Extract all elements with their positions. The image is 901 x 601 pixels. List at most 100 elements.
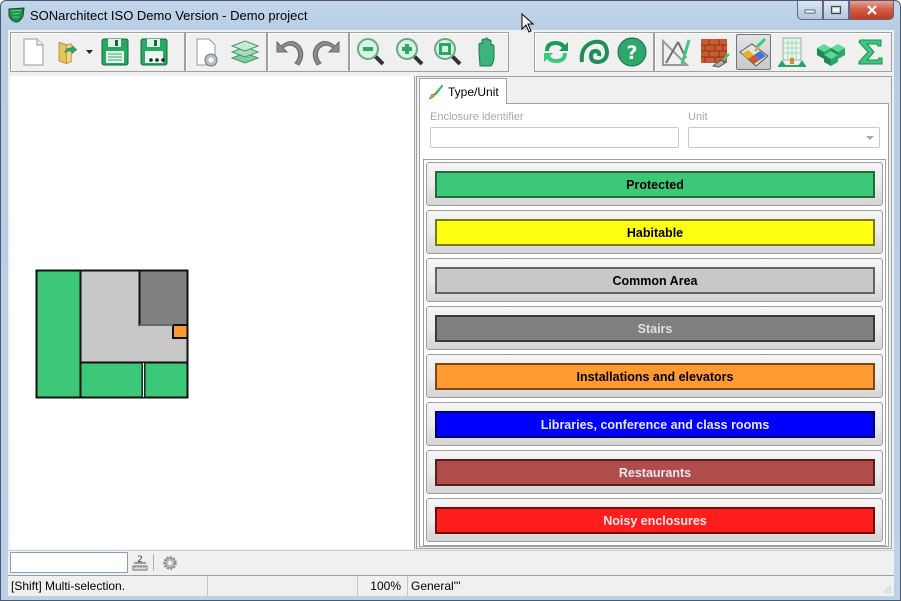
redo-arrow-icon xyxy=(312,40,340,66)
building-button[interactable] xyxy=(775,34,810,70)
enclosure-identifier-label: Enclosure identifier xyxy=(430,111,524,123)
status-layer: General''' xyxy=(411,579,461,593)
results-button[interactable] xyxy=(852,34,887,70)
page-gear-icon xyxy=(196,38,218,67)
floorplan-room-bottom-right[interactable] xyxy=(143,361,189,399)
document-settings-button[interactable] xyxy=(190,34,224,70)
type-card-protected[interactable]: Protected xyxy=(426,162,883,206)
pan-button[interactable] xyxy=(470,34,505,70)
floppy-disk-icon xyxy=(101,38,128,66)
toolbar-group-history xyxy=(267,32,349,72)
type-button-stairs[interactable]: Stairs xyxy=(435,315,875,342)
chevron-down-icon xyxy=(866,136,874,140)
settings-button[interactable] xyxy=(160,553,180,572)
paintbrush-icon xyxy=(428,84,444,99)
help-icon: ? xyxy=(617,37,647,67)
building-icon xyxy=(778,37,807,67)
type-button-restaurants[interactable]: Restaurants xyxy=(435,459,875,486)
type-button-noisy[interactable]: Noisy enclosures xyxy=(435,507,875,534)
ruler-icon: 2 xyxy=(132,555,148,571)
drawing-tools-button[interactable] xyxy=(659,34,694,70)
zoom-in-icon xyxy=(395,38,424,66)
zoom-in-button[interactable] xyxy=(393,34,428,70)
brick-wall-trowel-icon xyxy=(701,39,730,68)
new-document-button[interactable] xyxy=(15,34,50,70)
sigma-icon xyxy=(858,39,883,65)
toolbar-group-tools: ? xyxy=(534,32,654,72)
toolbar-group-view xyxy=(349,32,509,72)
window-title: SONarchitect ISO Demo Version - Demo pro… xyxy=(30,8,308,23)
mouse-cursor-icon xyxy=(521,13,535,33)
type-card-common-area[interactable]: Common Area xyxy=(426,258,883,302)
constructions-button[interactable] xyxy=(698,34,733,70)
open-dropdown-arrow[interactable] xyxy=(86,49,93,55)
toolbar-separator xyxy=(153,554,154,571)
command-input[interactable] xyxy=(10,552,128,573)
resize-grip-icon[interactable] xyxy=(882,584,892,594)
floorplan[interactable] xyxy=(35,269,190,401)
type-button-libraries[interactable]: Libraries, conference and class rooms xyxy=(435,411,875,438)
type-card-stairs[interactable]: Stairs xyxy=(426,306,883,350)
floorplan-room-left[interactable] xyxy=(35,269,82,399)
type-button-habitable[interactable]: Habitable xyxy=(435,219,875,246)
type-card-restaurants[interactable]: Restaurants xyxy=(426,450,883,494)
undo-button[interactable] xyxy=(272,34,306,70)
title-bar[interactable]: SONarchitect ISO Demo Version - Demo pro… xyxy=(1,1,900,30)
spiral-button[interactable] xyxy=(577,34,611,70)
ruler-button[interactable]: 2 xyxy=(131,553,149,572)
redo-button[interactable] xyxy=(310,34,344,70)
status-zoom: 100% xyxy=(358,576,408,596)
hand-icon xyxy=(478,37,495,67)
floorplan-room-bottom-middle[interactable] xyxy=(79,361,144,399)
enclosure-identifier-input[interactable] xyxy=(430,127,679,148)
floorplan-room-top-right[interactable] xyxy=(138,269,189,326)
type-card-noisy[interactable]: Noisy enclosures xyxy=(426,498,883,542)
zoom-out-icon xyxy=(357,38,385,66)
toolbar-group-file xyxy=(10,32,185,72)
maximize-button[interactable] xyxy=(823,1,849,20)
enclosure-types-button[interactable] xyxy=(736,34,772,70)
compass-ruler-icon xyxy=(662,38,691,66)
refresh-icon xyxy=(544,41,568,63)
zoom-fit-icon xyxy=(434,38,462,66)
open-folder-icon xyxy=(58,41,78,64)
close-button[interactable] xyxy=(849,1,894,20)
3d-blocks-button[interactable] xyxy=(814,34,849,70)
type-card-installations[interactable]: Installations and elevators xyxy=(426,354,883,398)
floorplan-room-small[interactable] xyxy=(172,324,189,339)
toolbar-group-modules xyxy=(654,32,892,72)
save-as-button[interactable] xyxy=(136,34,171,70)
gear-icon xyxy=(163,555,177,570)
unit-select[interactable] xyxy=(688,127,880,148)
status-hint: [Shift] Multi-selection. xyxy=(8,576,208,596)
type-button-protected[interactable]: Protected xyxy=(435,171,875,198)
tab-type-unit[interactable]: Type/Unit xyxy=(419,78,507,104)
main-toolbar: ? xyxy=(8,30,894,74)
client-area: ? Type/Unit Enclosure identifier Unit Pr… xyxy=(8,30,894,596)
type-card-habitable[interactable]: Habitable xyxy=(426,210,883,254)
drawing-canvas[interactable] xyxy=(10,76,415,549)
type-button-common-area[interactable]: Common Area xyxy=(435,267,875,294)
refresh-button[interactable] xyxy=(539,34,573,70)
tab-type-unit-label: Type/Unit xyxy=(448,84,499,99)
open-button[interactable] xyxy=(54,34,82,70)
minimize-button[interactable] xyxy=(797,1,823,20)
zoom-fit-button[interactable] xyxy=(431,34,466,70)
zoom-out-button[interactable] xyxy=(354,34,389,70)
save-button[interactable] xyxy=(97,34,132,70)
type-button-installations[interactable]: Installations and elevators xyxy=(435,363,875,390)
spiral-icon xyxy=(579,39,610,65)
blank-page-icon xyxy=(23,38,43,66)
floppy-disk-dots-icon xyxy=(140,38,167,66)
help-button[interactable]: ? xyxy=(615,34,649,70)
minimize-icon xyxy=(804,9,816,14)
type-unit-page: Enclosure identifier Unit Protected Habi… xyxy=(419,103,889,547)
maximize-icon xyxy=(830,5,842,15)
chevron-down-icon xyxy=(86,49,93,54)
enclosure-type-list: Protected Habitable Common Area Stairs I… xyxy=(423,159,886,546)
app-logo-icon xyxy=(8,7,25,23)
type-card-libraries[interactable]: Libraries, conference and class rooms xyxy=(426,402,883,446)
layers-button[interactable] xyxy=(228,34,262,70)
app-window: SONarchitect ISO Demo Version - Demo pro… xyxy=(0,0,901,601)
floorplan-brush-icon xyxy=(738,37,769,67)
